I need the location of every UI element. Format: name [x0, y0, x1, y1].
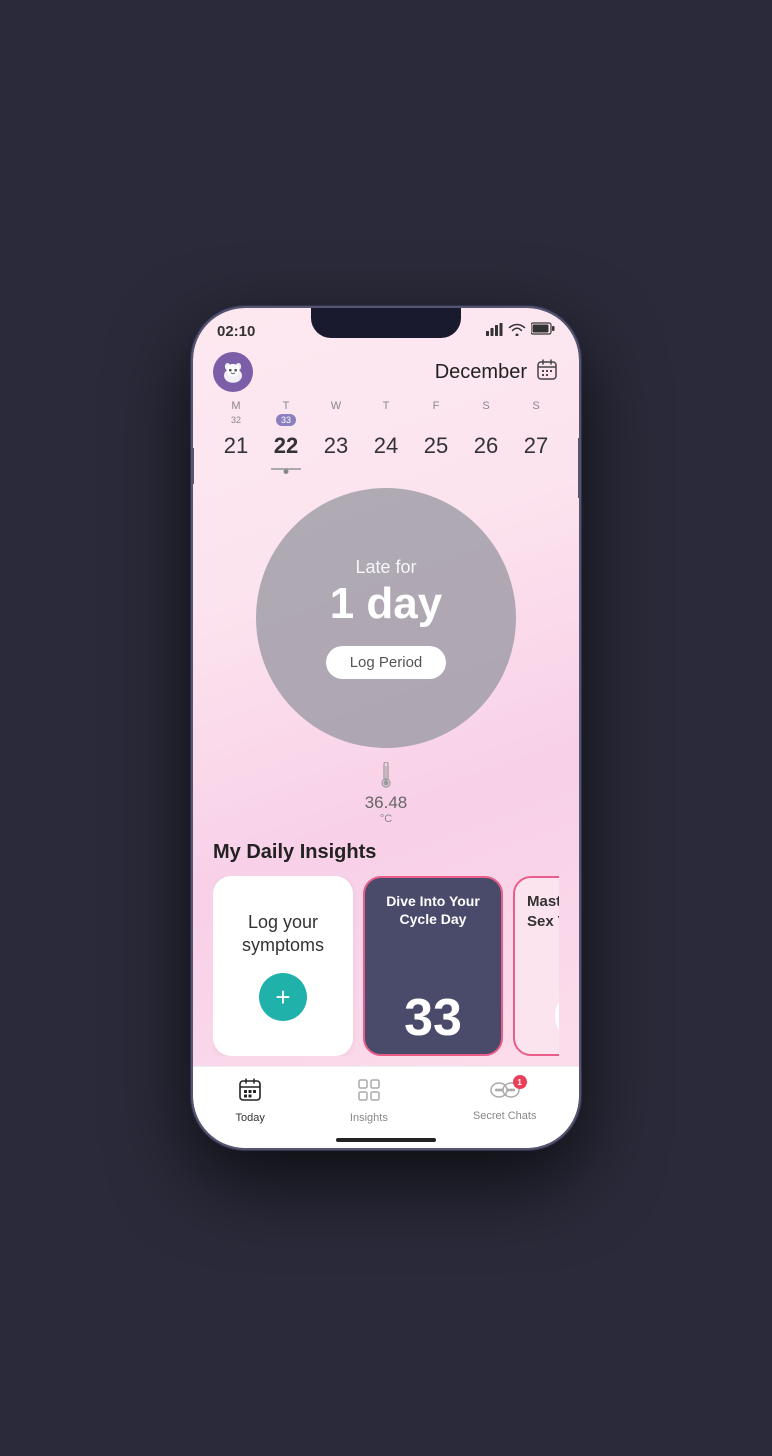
day-cell-23[interactable]: 23	[313, 414, 359, 470]
card-cycle-number: 33	[404, 992, 462, 1044]
avatar[interactable]	[213, 352, 253, 392]
nav-badge-container: 1	[489, 1079, 521, 1106]
card-cycle-title: Dive Into Your Cycle Day	[375, 892, 491, 928]
temperature-section: 36.48 °C	[193, 748, 579, 833]
day-cell-26[interactable]: 26	[463, 414, 509, 470]
temperature-unit: °C	[380, 813, 392, 825]
thermometer-icon	[377, 762, 395, 793]
secret-chats-icon	[489, 1088, 521, 1105]
cycle-circle-container: Late for 1 day Log Period	[193, 478, 579, 748]
day-col-m: M	[213, 400, 259, 412]
day-col-t2: T	[363, 400, 409, 412]
plus-icon: +	[275, 982, 290, 1013]
status-icons	[486, 322, 555, 340]
battery-icon	[531, 322, 555, 340]
week-days-row: M T W T F S S	[213, 400, 559, 412]
bottom-nav: Today Insights	[193, 1066, 579, 1148]
insights-cards: Log yoursymptoms + Dive Into Your Cycle …	[213, 876, 559, 1056]
cycle-circle[interactable]: Late for 1 day Log Period	[256, 488, 516, 748]
today-icon	[237, 1077, 263, 1108]
month-selector[interactable]: December	[435, 358, 559, 387]
card-cycle-day[interactable]: Dive Into Your Cycle Day 33	[363, 876, 503, 1056]
nav-insights-label: Insights	[350, 1112, 388, 1124]
day-col-w: W	[313, 400, 359, 412]
nav-badge: 1	[513, 1075, 527, 1089]
nav-secret-chats-label: Secret Chats	[473, 1110, 537, 1122]
days-count: 1 day	[330, 582, 443, 626]
day-cell-22[interactable]: 33 22	[263, 414, 309, 470]
power-button	[578, 438, 581, 498]
add-button[interactable]: +	[259, 973, 307, 1021]
insights-title: My Daily Insights	[213, 841, 559, 864]
day-cell-21[interactable]: 32 21	[213, 414, 259, 470]
home-indicator	[336, 1138, 436, 1142]
day-col-t1: T	[263, 400, 309, 412]
day-col-f: F	[413, 400, 459, 412]
log-period-button[interactable]: Log Period	[326, 646, 447, 679]
phone-frame: 02:10	[191, 306, 581, 1150]
day-number-row: 32 21 33 22 23 24	[213, 414, 559, 470]
wifi-icon	[508, 323, 526, 339]
insights-section: My Daily Insights Log yoursymptoms + Div…	[193, 833, 579, 1056]
nav-secret-chats[interactable]: 1 Secret Chats	[473, 1079, 537, 1122]
nav-today-label: Today	[236, 1112, 265, 1124]
card-log-text: Log yoursymptoms	[242, 911, 324, 958]
volume-button	[191, 448, 194, 484]
status-time: 02:10	[217, 323, 255, 340]
nav-today[interactable]: Today	[236, 1077, 265, 1124]
month-label: December	[435, 361, 527, 384]
header: December	[193, 344, 579, 396]
nav-insights[interactable]: Insights	[350, 1077, 388, 1124]
notch	[311, 308, 461, 338]
card-healthy-sex[interactable]: Master Healthy Sex Talk	[513, 876, 559, 1056]
day-col-s2: S	[513, 400, 559, 412]
signal-icon	[486, 323, 503, 339]
late-for-text: Late for	[355, 557, 416, 578]
calendar-icon[interactable]	[535, 358, 559, 387]
day-cell-25[interactable]: 25	[413, 414, 459, 470]
card-log-symptoms[interactable]: Log yoursymptoms +	[213, 876, 353, 1056]
card-sex-title: Master Healthy Sex Talk	[527, 892, 559, 931]
phone-screen: 02:10	[193, 308, 579, 1148]
day-cell-27[interactable]: 27	[513, 414, 559, 470]
day-col-s1: S	[463, 400, 509, 412]
insights-icon	[356, 1077, 382, 1108]
week-calendar: M T W T F S S	[193, 396, 579, 478]
heart-bubble	[555, 988, 559, 1044]
day-cell-24[interactable]: 24	[363, 414, 409, 470]
temperature-value: 36.48	[365, 793, 408, 813]
